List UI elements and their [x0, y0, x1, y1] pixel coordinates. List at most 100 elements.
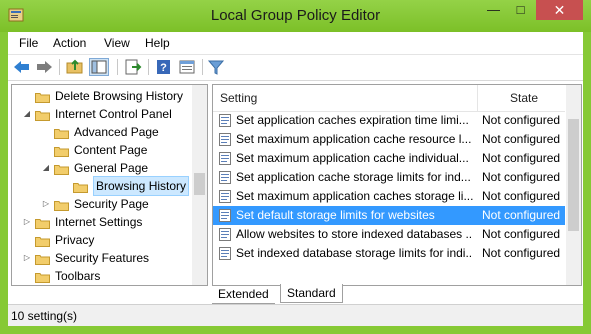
setting-name: Set maximum application cache individual… [236, 151, 469, 165]
folder-icon [35, 252, 50, 265]
folder-icon [54, 162, 69, 175]
window-frame-left [0, 32, 8, 334]
setting-name: Set default storage limits for websites [236, 208, 435, 222]
status-text: 10 setting(s) [11, 309, 78, 323]
maximize-button[interactable]: □ [507, 0, 534, 20]
expand-arrow-icon[interactable]: ▷ [22, 213, 32, 231]
folder-icon [35, 270, 50, 283]
setting-row[interactable]: Set indexed database storage limits for … [213, 244, 565, 263]
tab-standard[interactable]: Standard [280, 284, 343, 303]
policy-setting-icon [219, 190, 231, 203]
tab-extended[interactable]: Extended [212, 285, 275, 304]
tree-item-label: Security Features [55, 251, 150, 265]
export-list-icon[interactable] [123, 58, 143, 76]
setting-name: Set maximum application caches storage l… [236, 189, 473, 203]
setting-state: Not configured [482, 170, 561, 184]
policy-setting-icon [219, 228, 231, 241]
status-bar: 10 setting(s) [8, 304, 583, 327]
folder-icon [35, 234, 50, 247]
tree-item-label: Delete Browsing History [55, 89, 184, 103]
tree-item-label: General Page [74, 161, 149, 175]
setting-row[interactable]: Set default storage limits for websites N… [213, 206, 565, 225]
back-arrow-icon[interactable] [12, 58, 32, 76]
settings-list[interactable]: Setting State Set application caches exp… [212, 84, 582, 286]
policy-setting-icon [219, 209, 231, 222]
list-scrollbar-thumb[interactable] [568, 119, 579, 231]
toolbar-separator [202, 59, 203, 75]
setting-state: Not configured [482, 132, 561, 146]
setting-name: Set indexed database storage limits for … [236, 246, 473, 260]
column-divider[interactable] [477, 85, 478, 111]
tree-item-label: Content Page [74, 143, 148, 157]
view-tabs: Extended Standard [212, 284, 582, 304]
tree-scrollbar-thumb[interactable] [194, 173, 205, 195]
setting-row[interactable]: Set application caches expiration time l… [213, 111, 565, 130]
svg-text:?: ? [160, 62, 167, 74]
tree-item-label: Security Page [74, 197, 149, 211]
collapse-arrow-icon[interactable]: ◢ [41, 159, 51, 177]
tree-item-label: Browsing History [93, 176, 190, 196]
column-header-setting[interactable]: Setting [220, 91, 257, 105]
setting-name: Allow websites to store indexed database… [236, 227, 473, 241]
setting-name: Set application caches expiration time l… [236, 113, 469, 127]
toolbar-separator [148, 59, 149, 75]
tree-item-label: Internet Control Panel [55, 107, 172, 121]
toolbar-separator [117, 59, 118, 75]
setting-name: Set maximum application cache resource l… [236, 132, 472, 146]
folder-icon [54, 198, 69, 211]
list-scrollbar[interactable] [566, 85, 581, 285]
up-folder-icon[interactable] [65, 58, 85, 76]
properties-icon[interactable] [177, 58, 197, 76]
policy-setting-icon [219, 114, 231, 127]
policy-setting-icon [219, 171, 231, 184]
policy-setting-icon [219, 152, 231, 165]
filter-icon[interactable] [206, 58, 226, 76]
tree-scrollbar[interactable] [192, 85, 207, 285]
setting-row[interactable]: Set maximum application cache resource l… [213, 130, 565, 149]
setting-state: Not configured [482, 246, 561, 260]
folder-icon [35, 216, 50, 229]
policy-setting-icon [219, 247, 231, 260]
column-header-state[interactable]: State [510, 91, 538, 105]
setting-row[interactable]: Allow websites to store indexed database… [213, 225, 565, 244]
menu-action[interactable]: Action [53, 36, 86, 50]
folder-icon [35, 108, 50, 121]
minimize-button[interactable]: — [480, 0, 507, 20]
menu-view[interactable]: View [104, 36, 130, 50]
title-bar[interactable]: Local Group Policy Editor — □ ✕ [0, 0, 591, 32]
window-frame-bottom [0, 326, 591, 334]
close-button[interactable]: ✕ [536, 0, 583, 20]
tree-pane[interactable]: Delete Browsing History ◢ Internet Control… [11, 84, 208, 286]
setting-name: Set application cache storage limits for… [236, 170, 471, 184]
menu-help[interactable]: Help [145, 36, 170, 50]
menu-file[interactable]: File [19, 36, 38, 50]
toolbar-separator [59, 59, 60, 75]
tree-item-label: Internet Settings [55, 215, 143, 229]
toolbar: ? [8, 55, 583, 81]
expand-arrow-icon[interactable]: ▷ [22, 249, 32, 267]
setting-state: Not configured [482, 189, 561, 203]
menu-bar: File Action View Help [8, 32, 583, 55]
list-header: Setting State [213, 85, 565, 112]
setting-state: Not configured [482, 113, 561, 127]
setting-state: Not configured [482, 151, 561, 165]
help-icon[interactable]: ? [154, 58, 174, 76]
setting-row[interactable]: Set maximum application cache individual… [213, 149, 565, 168]
setting-row[interactable]: Set application cache storage limits for… [213, 168, 565, 187]
show-hide-tree-icon[interactable] [89, 58, 109, 76]
folder-icon [54, 144, 69, 157]
collapse-arrow-icon[interactable]: ◢ [22, 105, 32, 123]
folder-icon [73, 180, 88, 193]
setting-row[interactable]: Set maximum application caches storage l… [213, 187, 565, 206]
forward-arrow-icon[interactable] [34, 58, 54, 76]
policy-setting-icon [219, 133, 231, 146]
tree-item-label: Toolbars [55, 269, 101, 283]
tree-item-label: Advanced Page [74, 125, 159, 139]
window-frame-right [583, 32, 591, 334]
expand-arrow-icon[interactable]: ▷ [41, 195, 51, 213]
setting-state: Not configured [482, 208, 561, 222]
tree-item-label: Privacy [55, 233, 95, 247]
folder-icon [54, 126, 69, 139]
setting-state: Not configured [482, 227, 561, 241]
folder-icon [35, 90, 50, 103]
